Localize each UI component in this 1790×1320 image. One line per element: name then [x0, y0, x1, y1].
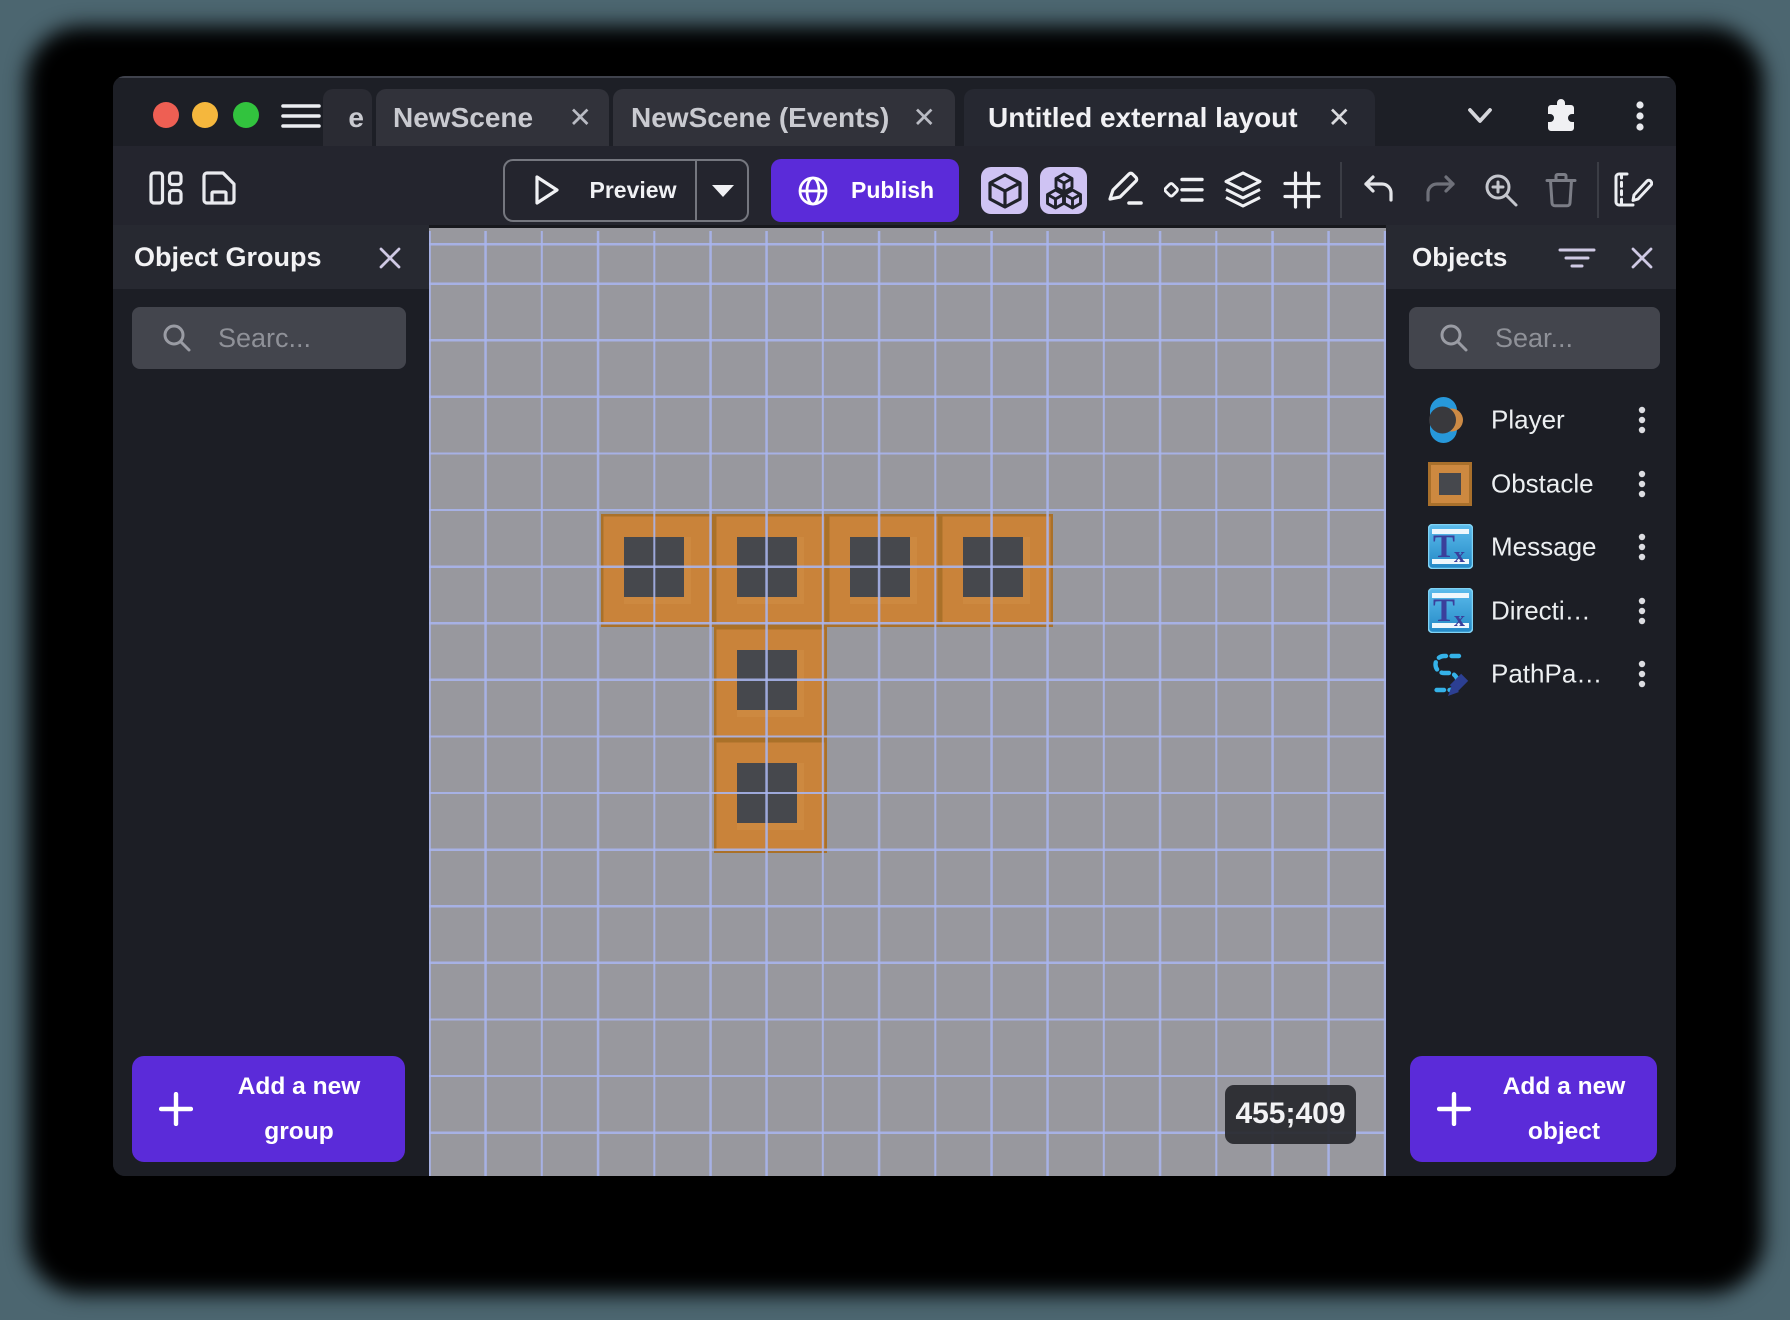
svg-text:T: T: [1433, 529, 1455, 565]
svg-text:x: x: [1454, 606, 1465, 631]
svg-text:x: x: [1454, 542, 1465, 567]
svg-text:T: T: [1433, 593, 1455, 629]
